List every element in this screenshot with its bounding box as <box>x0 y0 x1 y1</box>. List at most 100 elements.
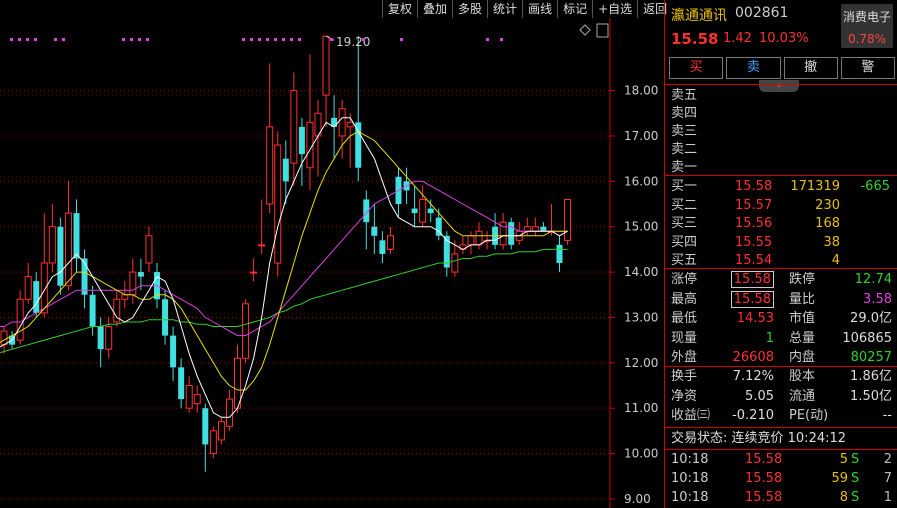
candle-body <box>137 272 144 277</box>
candle-body <box>16 298 24 341</box>
toolbar-item[interactable]: 复权 <box>382 0 417 18</box>
price-change: 1.42 <box>723 31 752 46</box>
tick-direction: S <box>851 452 860 467</box>
level-label: 买二 <box>671 197 698 213</box>
quote-label: 跌停 <box>789 272 816 287</box>
quote-panel: 瀛通通讯 002861 消费电子 0.78% 15.58 1.42 10.03%… <box>664 0 897 508</box>
tick-volume: 8 <box>839 490 848 505</box>
candle-body <box>145 235 153 264</box>
signal-dot <box>250 38 253 41</box>
finance-value: 1.86亿 <box>850 369 892 384</box>
level-label: 买三 <box>671 216 698 231</box>
level-volume: 171319 <box>790 179 840 194</box>
signal-dot <box>10 38 13 41</box>
candle-body <box>306 121 314 169</box>
toolbar-item[interactable]: 统计 <box>487 0 522 18</box>
signal-dot <box>138 38 141 41</box>
signal-dot <box>130 38 133 41</box>
candle-body <box>64 212 72 287</box>
level-price: 15.57 <box>735 197 773 213</box>
quote-label: 现量 <box>671 330 698 346</box>
quote-value: 12.74 <box>854 272 892 287</box>
sell-level[interactable]: 卖五 <box>665 86 897 105</box>
buy-level[interactable]: 买二 15.57 230 <box>665 196 897 215</box>
quote-value: 29.0亿 <box>850 311 892 326</box>
tick-volume: 59 <box>831 471 848 486</box>
buy-level[interactable]: 买一 15.58 171319 -665 <box>665 177 897 196</box>
chart-toolbar: 复权 叠加 多股 统计 画线 标记 +自选 返回 <box>382 0 667 18</box>
quote-value: 15.58 <box>730 290 774 309</box>
candle-body <box>419 198 427 223</box>
finance-label: PE(动) <box>789 408 829 423</box>
buy-level[interactable]: 买三 15.56 168 <box>665 214 897 233</box>
level-label: 卖五 <box>671 88 698 103</box>
quote-row: 涨停 15.58 跌停 12.74 <box>665 270 897 289</box>
candle-body <box>355 122 362 168</box>
sell-level[interactable]: 卖三 <box>665 122 897 141</box>
toolbar-item[interactable]: 叠加 <box>417 0 452 18</box>
signal-dot <box>290 38 293 41</box>
level-label: 卖四 <box>671 106 698 121</box>
divider <box>665 84 897 85</box>
signal-dot <box>266 38 269 41</box>
candle-body <box>451 253 459 273</box>
candle-body <box>427 208 434 214</box>
level-label: 卖三 <box>671 124 698 139</box>
level-delta: -665 <box>860 179 890 194</box>
y-tick-label: 11.00 <box>624 401 658 415</box>
sell-level[interactable]: 卖二 <box>665 140 897 159</box>
signal-dot <box>54 38 57 41</box>
candle-body <box>209 430 217 455</box>
toolbar-item[interactable]: 多股 <box>452 0 487 18</box>
candle-body <box>0 330 8 346</box>
sell-button[interactable]: 卖 <box>726 57 781 79</box>
candle-body <box>371 226 378 236</box>
finance-row: 换手 7.12% 股本 1.86亿 <box>665 367 897 386</box>
signal-dot <box>122 38 125 41</box>
y-tick-label: 16.00 <box>624 174 658 188</box>
signal-dot <box>362 38 365 41</box>
tick-time: 10:18 <box>671 452 709 467</box>
tick-time: 10:18 <box>671 471 709 486</box>
sector-pct: 0.78% <box>847 32 887 46</box>
tick-direction: S <box>851 471 860 486</box>
quote-row: 最低 14.53 市值 29.0亿 <box>665 309 897 328</box>
quote-value: 80257 <box>850 350 892 365</box>
high-annotation: 19.20 <box>336 35 370 49</box>
level-volume: 38 <box>823 234 840 250</box>
kline-chart[interactable]: 18.00 17.00 16.00 15.00 14.00 13.00 12.00 11.00… <box>0 18 662 508</box>
quote-row: 现量 1 总量 106865 <box>665 329 897 348</box>
quote-value: 106865 <box>842 330 892 346</box>
level-price: 15.56 <box>735 216 773 231</box>
alert-button[interactable]: 警 <box>840 57 895 79</box>
candle-body <box>202 408 209 445</box>
finance-value: 5.05 <box>745 388 774 404</box>
level-label: 买四 <box>671 234 698 250</box>
tick-row: 10:18 15.58 59 S 7 <box>665 470 897 488</box>
level-label: 卖二 <box>671 142 698 157</box>
toolbar-item[interactable]: 标记 <box>557 0 592 18</box>
candle-body <box>170 335 177 368</box>
toolbar-item[interactable]: +自选 <box>592 0 637 18</box>
candle-body <box>81 258 88 295</box>
buy-button[interactable]: 买 <box>669 57 724 79</box>
tick-count: 7 <box>883 471 892 486</box>
candle-body <box>129 271 137 296</box>
quote-label: 最低 <box>671 311 698 326</box>
tick-row: 10:18 15.58 5 S 2 <box>665 451 897 469</box>
toolbar-item[interactable]: 画线 <box>522 0 557 18</box>
candle-body <box>556 244 563 263</box>
level-volume: 168 <box>815 216 840 231</box>
buy-level[interactable]: 买四 15.55 38 <box>665 233 897 252</box>
finance-value: 7.12% <box>732 369 774 384</box>
quote-value: 14.53 <box>737 309 774 328</box>
candle-body <box>48 226 56 264</box>
sector-badge[interactable]: 消费电子 0.78% <box>841 4 893 48</box>
signal-dot <box>18 38 21 41</box>
cancel-order-button[interactable]: 撤 <box>783 57 838 79</box>
signal-dot <box>500 38 503 41</box>
candle-body <box>242 303 250 359</box>
sell-level[interactable]: 卖四 <box>665 104 897 123</box>
window-icon <box>596 23 609 38</box>
candle-body <box>97 326 104 350</box>
